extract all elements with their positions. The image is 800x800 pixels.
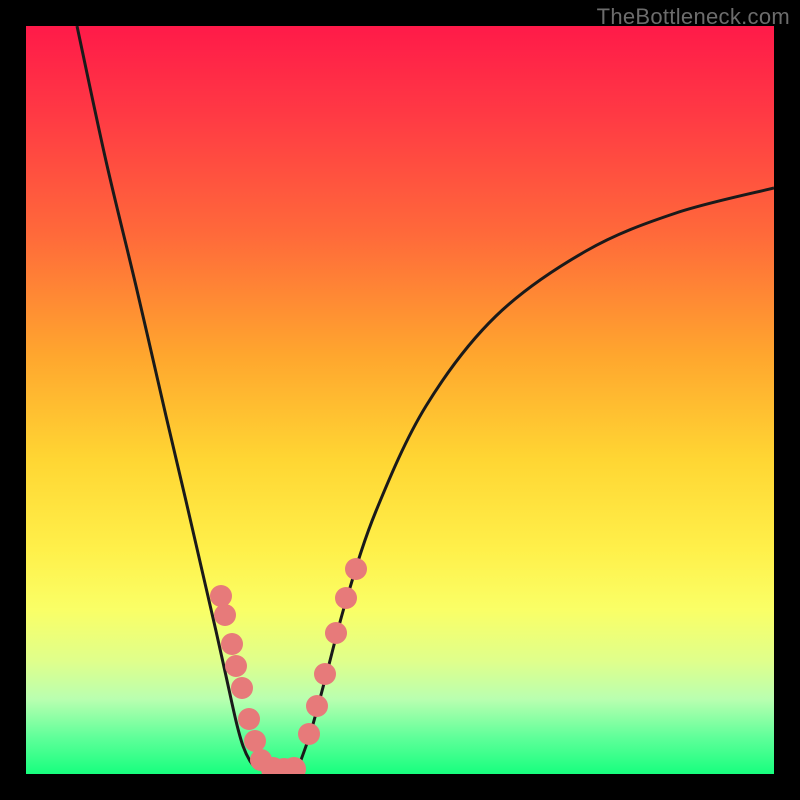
data-point-markers — [210, 558, 367, 774]
data-point-right-cluster — [314, 663, 336, 685]
data-point-left-cluster — [225, 655, 247, 677]
data-point-right-cluster — [335, 587, 357, 609]
chart-frame — [26, 26, 774, 774]
data-point-left-cluster — [231, 677, 253, 699]
data-point-left-cluster — [238, 708, 260, 730]
data-point-left-cluster — [214, 604, 236, 626]
watermark-text: TheBottleneck.com — [597, 4, 790, 30]
data-point-right-cluster — [325, 622, 347, 644]
data-point-right-cluster — [306, 695, 328, 717]
curve-right-branch — [298, 188, 774, 768]
data-point-left-cluster — [244, 730, 266, 752]
curve-left-branch — [77, 26, 256, 768]
data-point-left-cluster — [221, 633, 243, 655]
data-point-right-cluster — [345, 558, 367, 580]
data-point-left-cluster — [210, 585, 232, 607]
bottleneck-curve-svg — [26, 26, 774, 774]
data-point-right-cluster — [298, 723, 320, 745]
